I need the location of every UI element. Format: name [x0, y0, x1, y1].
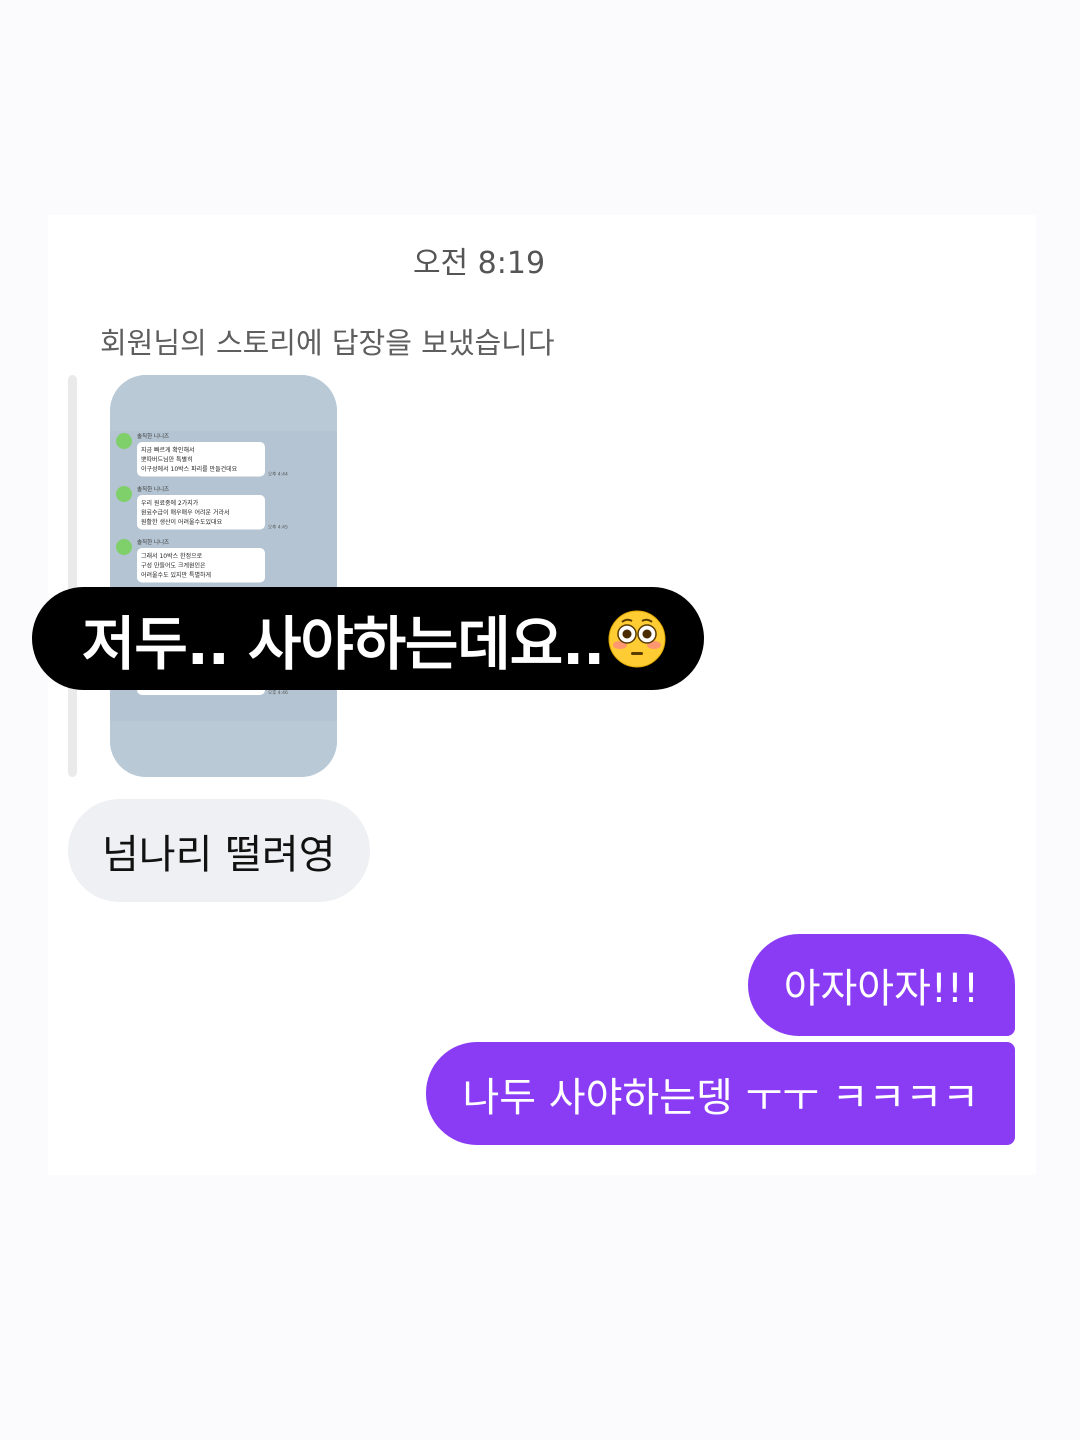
- received-message-text: 넘나리 떨려영: [102, 831, 336, 878]
- story-quote-bar: [68, 375, 77, 777]
- overlay-text: 저두.. 사야하는데요..: [82, 609, 605, 678]
- story-message-time: 오후 4:44: [268, 472, 288, 478]
- story-reply-caption: 회원님의 스토리에 답장을 보냈습니다: [100, 326, 555, 360]
- story-sender-name: 솔직한 니니즈: [137, 538, 169, 546]
- received-message-bubble[interactable]: 넘나리 떨려영: [68, 799, 370, 902]
- story-message-line: 지금 빠르게 확인해서: [141, 446, 195, 454]
- story-message-line: 구성 만들어도 크게원인은: [141, 562, 206, 570]
- flushed-face-emoji-icon: [608, 610, 666, 668]
- story-avatar-icon: [116, 486, 132, 502]
- story-sender-name: 솔직한 니니즈: [137, 485, 169, 493]
- story-message-time: 오후 4:46: [268, 690, 288, 696]
- sent-message-text: 아자아자!!!: [783, 966, 979, 1012]
- story-preview-thumbnail[interactable]: 솔직한 니니즈 지금 빠르게 확인해서 뽀따버드님만 특별히 이구성에서 10박스 파…: [110, 375, 337, 777]
- story-avatar-icon: [116, 539, 132, 555]
- story-message-line: 뽀따버드님만 특별히: [141, 456, 193, 464]
- story-message-time: 오후 4:45: [268, 525, 288, 531]
- sent-message-text: 나두 사야하는뎅 ㅜㅜ ㅋㅋㅋㅋ: [462, 1074, 979, 1121]
- message-timestamp: 오전 8:19: [412, 246, 546, 281]
- story-message-line: 그래서 10박스 한정으로: [141, 552, 203, 560]
- sent-message-bubble[interactable]: 아자아자!!!: [747, 934, 1015, 1036]
- story-sender-name: 솔직한 니니즈: [137, 432, 169, 440]
- story-avatar-icon: [116, 433, 132, 449]
- story-overlay-sticker: 저두.. 사야하는데요..: [32, 587, 704, 690]
- story-message-line: 이구성에서 10박스 파리를 만들건데요: [141, 465, 238, 473]
- story-message-line: 우리 원료중에 2가지가: [141, 499, 199, 507]
- story-message-line: 어려울수도 있지만 특별하게: [141, 571, 211, 579]
- sent-message-bubble[interactable]: 나두 사야하는뎅 ㅜㅜ ㅋㅋㅋㅋ: [426, 1042, 1015, 1145]
- story-message-line: 원료수급이 매우매우 어려운 거라서: [141, 509, 230, 517]
- story-message-line: 원활한 생산이 어려울수도있대요: [141, 518, 223, 526]
